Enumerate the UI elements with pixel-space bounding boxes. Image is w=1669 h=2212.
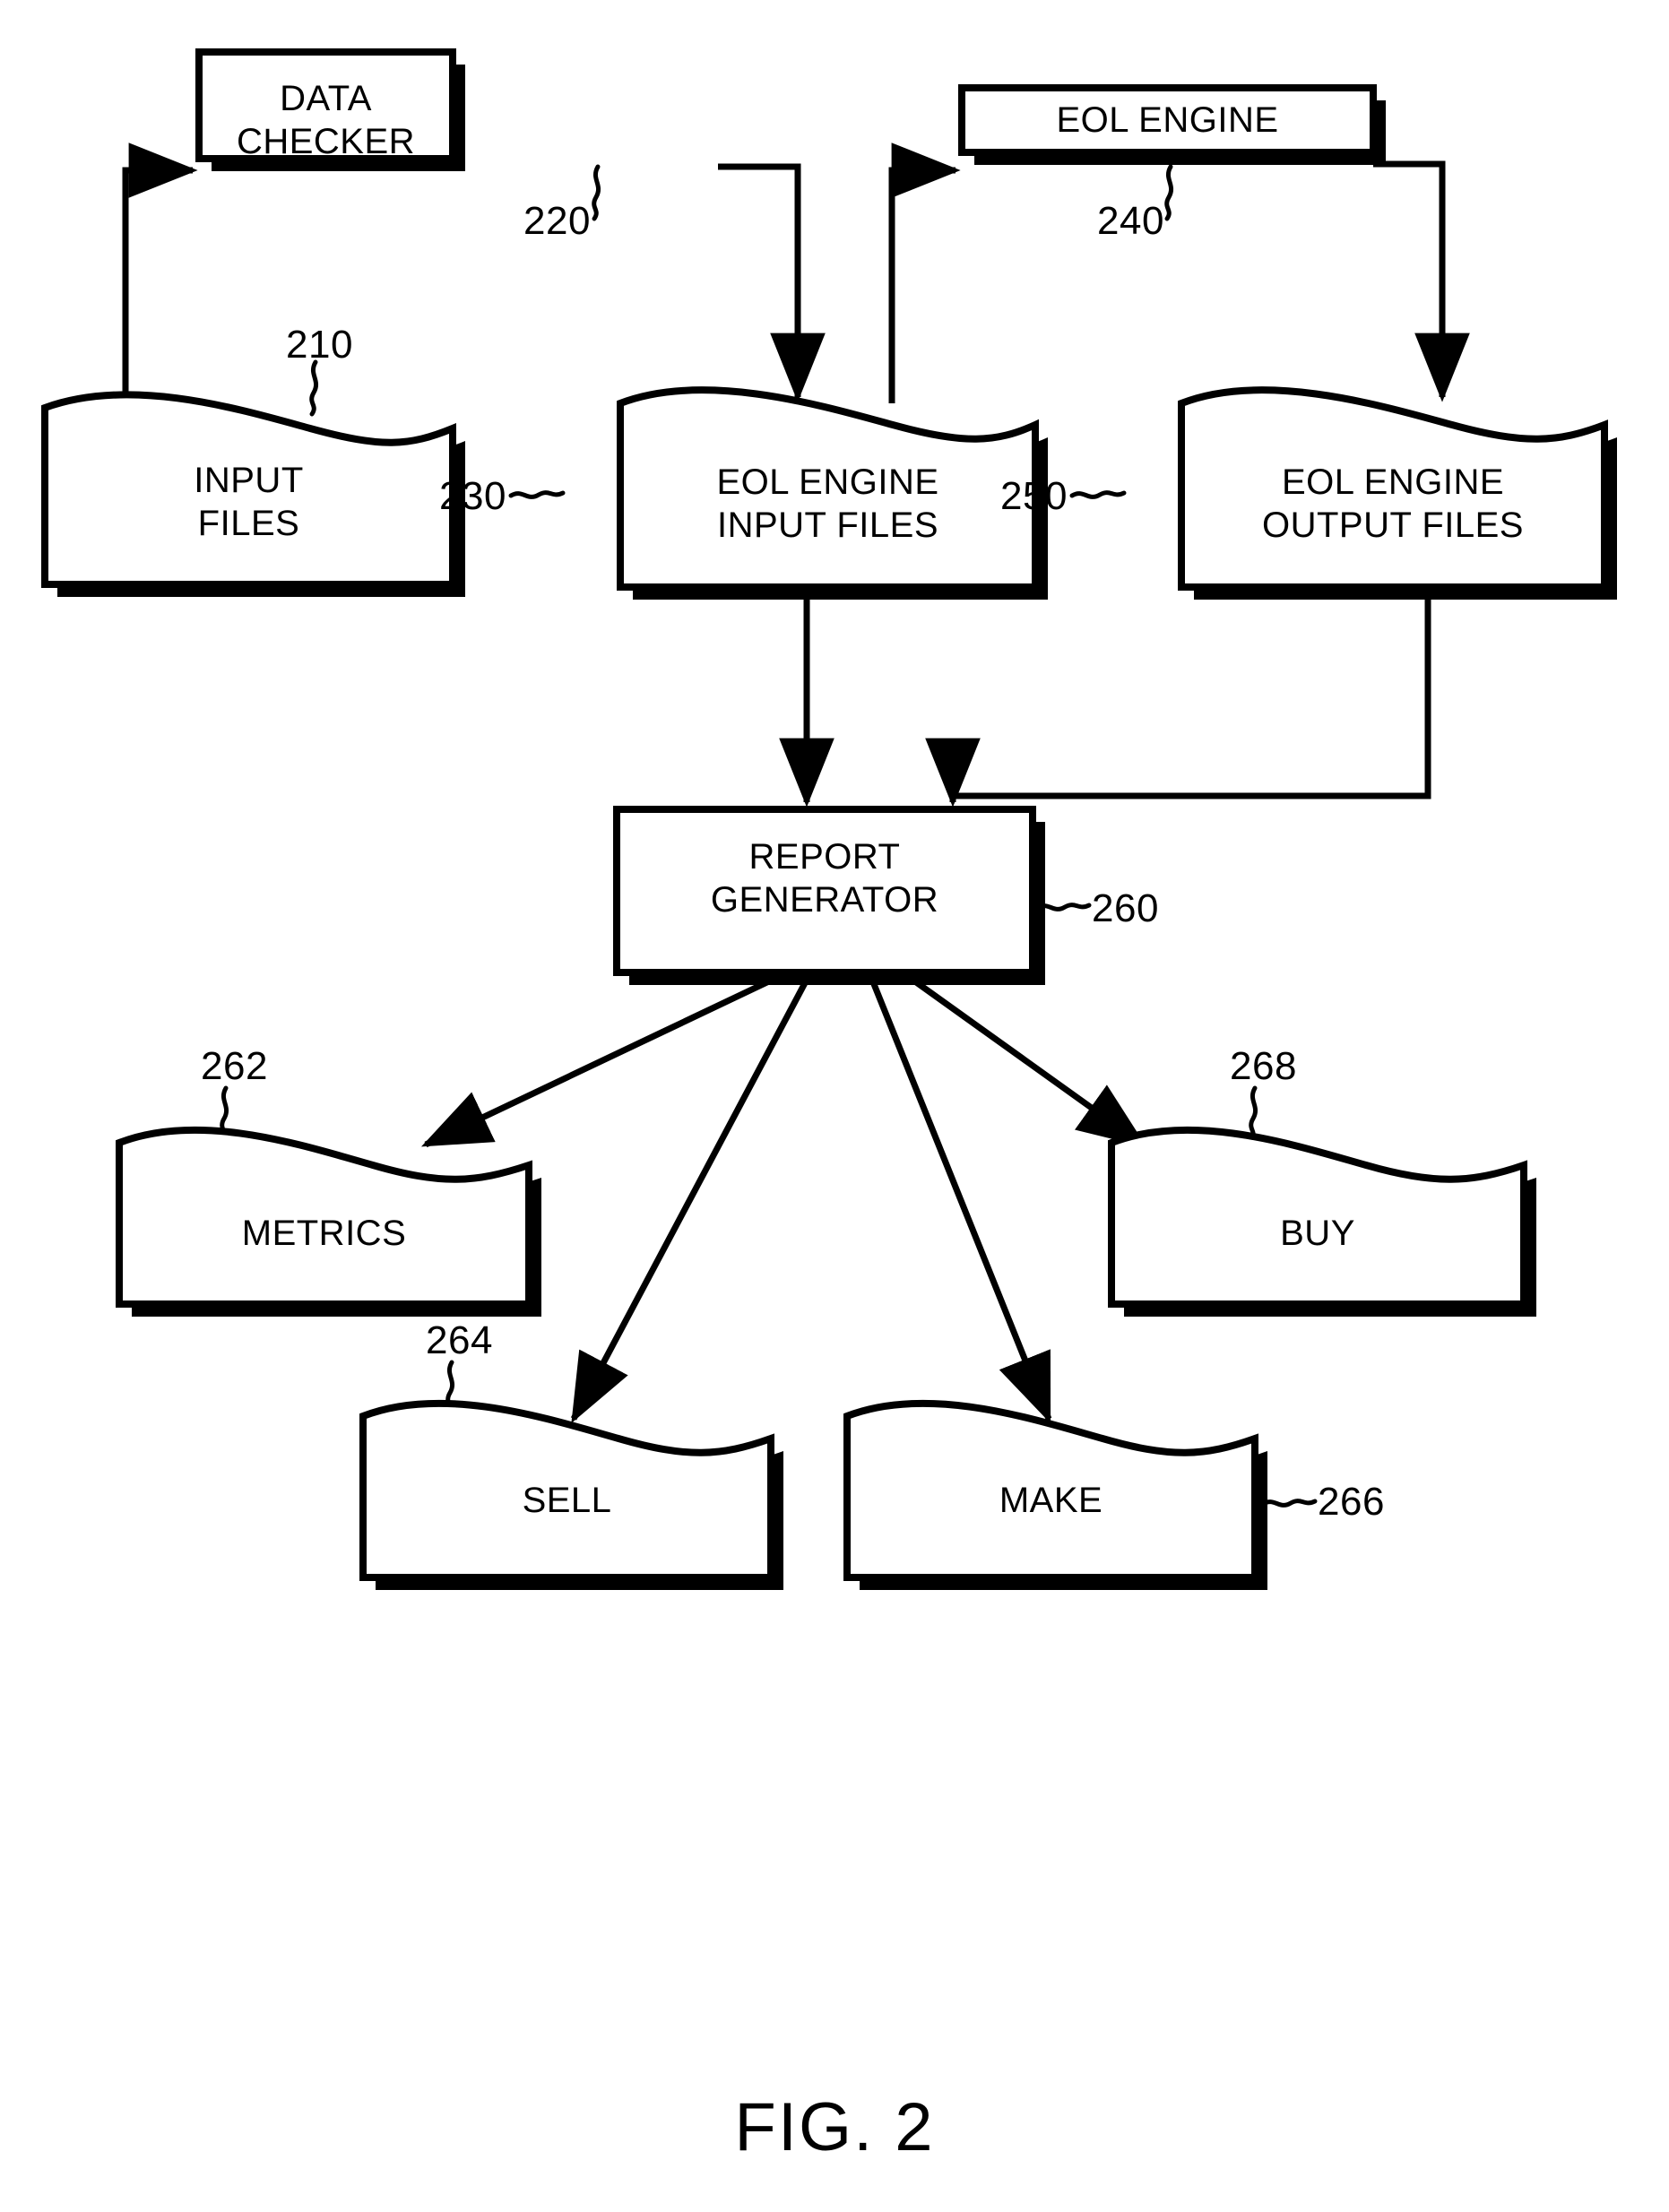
leader-266 bbox=[1260, 1499, 1318, 1508]
ref-numeral-210: 210 bbox=[286, 323, 353, 367]
ref-numeral-260: 260 bbox=[1092, 886, 1159, 930]
node-eol-engine-shape bbox=[958, 84, 1377, 156]
edge-eol-output-to-report-gen bbox=[925, 592, 1431, 808]
node-make-shape bbox=[843, 1399, 1258, 1581]
leader-240 bbox=[1164, 164, 1174, 221]
ref-numeral-262: 262 bbox=[201, 1044, 268, 1088]
edge-eol-input-to-eol-engine bbox=[888, 143, 961, 403]
edge-report-gen-to-sell bbox=[570, 978, 810, 1423]
node-data-checker-shape bbox=[195, 48, 456, 162]
figure-caption: FIG. 2 bbox=[734, 2089, 935, 2165]
ref-numeral-264: 264 bbox=[426, 1318, 493, 1362]
ref-numeral-240: 240 bbox=[1097, 199, 1164, 243]
node-sell-shape bbox=[359, 1399, 774, 1581]
ref-numeral-266: 266 bbox=[1318, 1480, 1385, 1524]
edge-report-gen-to-make bbox=[869, 978, 1052, 1424]
node-report-gen-shape bbox=[613, 806, 1036, 976]
leader-268 bbox=[1249, 1085, 1258, 1143]
figure-canvas bbox=[41, 48, 1617, 1590]
edge-report-gen-to-buy bbox=[910, 977, 1147, 1148]
node-input-files-shape bbox=[41, 391, 456, 588]
edge-report-gen-to-metrics bbox=[420, 976, 774, 1148]
leader-210 bbox=[309, 359, 319, 417]
node-eol-output-shape bbox=[1178, 386, 1608, 591]
node-buy-shape bbox=[1108, 1126, 1527, 1308]
node-metrics-shape bbox=[116, 1126, 532, 1308]
ref-numeral-220: 220 bbox=[523, 199, 591, 243]
leader-250 bbox=[1069, 490, 1127, 499]
ref-numeral-230: 230 bbox=[439, 474, 506, 518]
edge-eol-engine-to-eol-output bbox=[1373, 160, 1470, 402]
ref-numeral-268: 268 bbox=[1230, 1044, 1297, 1088]
edge-input-files-to-data-checker bbox=[122, 143, 198, 410]
edge-data-checker-to-eol-input bbox=[718, 163, 826, 402]
leader-220 bbox=[592, 164, 601, 221]
node-eol-input-shape bbox=[617, 386, 1039, 591]
node-shape-layer bbox=[41, 48, 1608, 1581]
leader-230 bbox=[508, 490, 566, 499]
ref-numeral-250: 250 bbox=[1000, 474, 1068, 518]
